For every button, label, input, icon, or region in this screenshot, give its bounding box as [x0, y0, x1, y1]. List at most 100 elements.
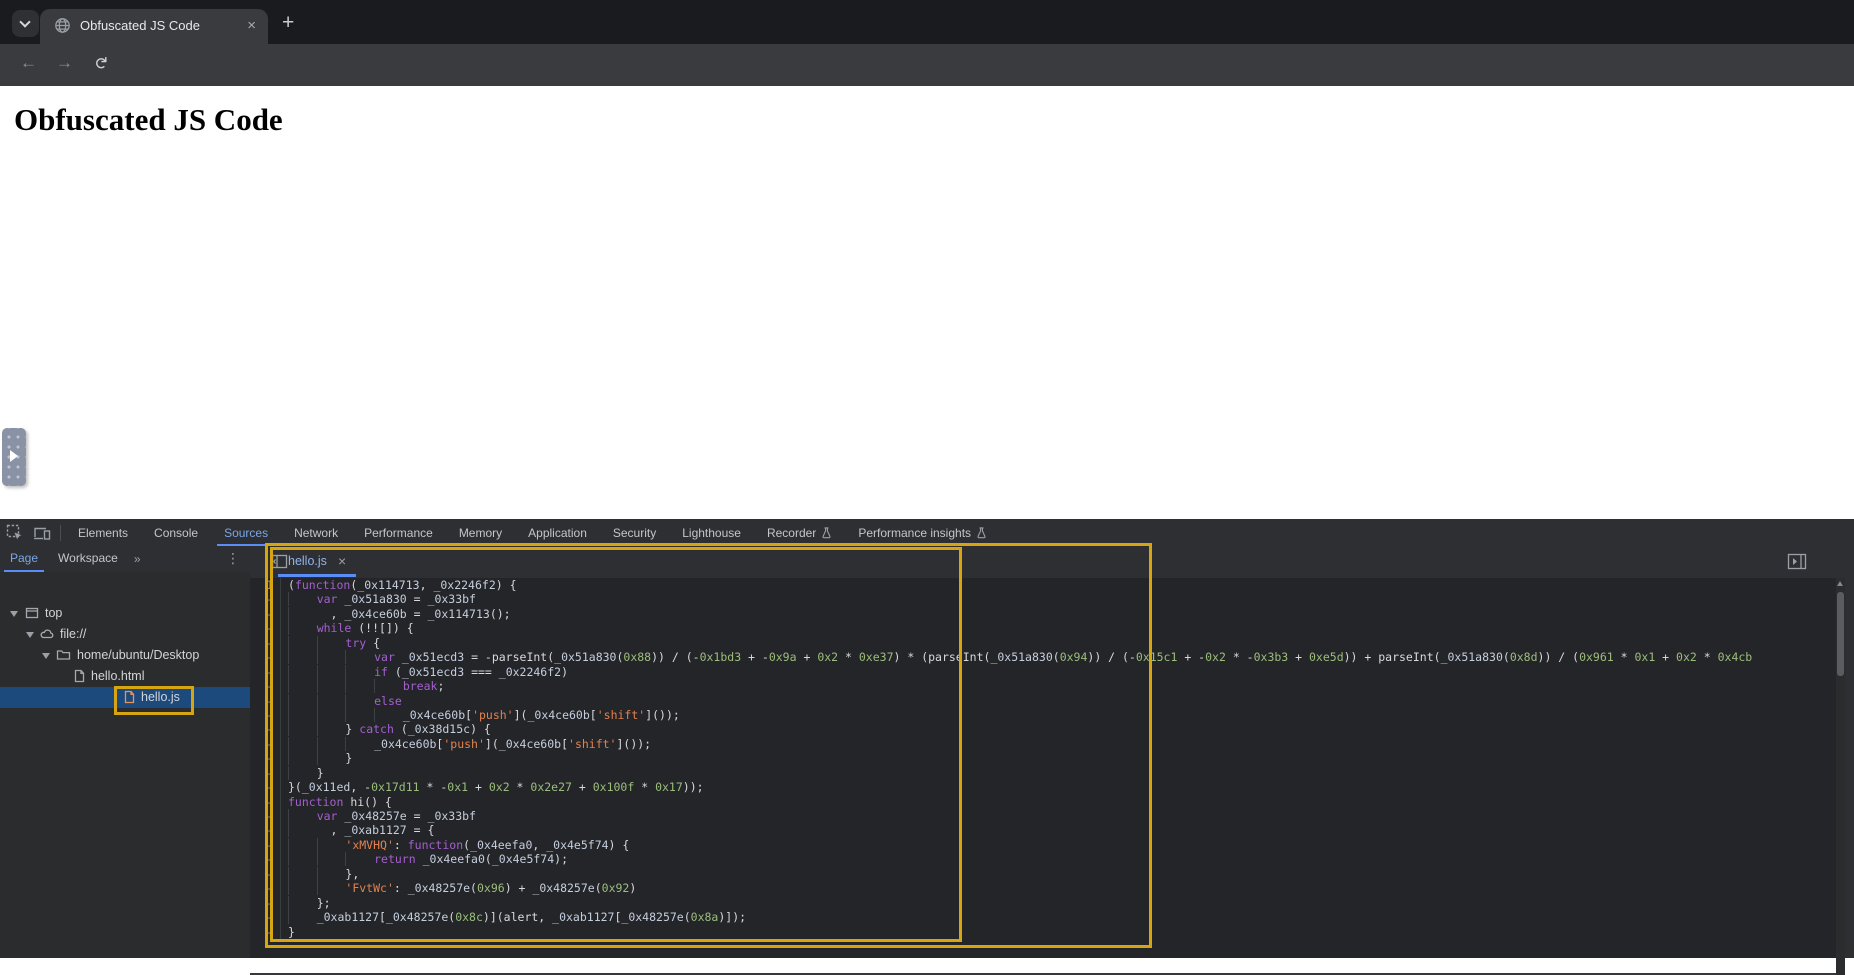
- line-number[interactable]: -: [250, 823, 280, 837]
- code-text: _0xab1127[_0x48257e(0x8c)](alert, _0xab1…: [288, 910, 746, 925]
- show-debugger-icon[interactable]: [1787, 553, 1807, 570]
- tree-item-file-scheme[interactable]: file://: [0, 624, 250, 645]
- frame-icon: [25, 606, 39, 620]
- editor-tab-close-icon[interactable]: ×: [338, 553, 346, 569]
- line-number[interactable]: -: [250, 925, 280, 939]
- code-line[interactable]: - }: [250, 751, 1836, 766]
- line-number[interactable]: -: [250, 867, 280, 881]
- gutter-divider: [280, 852, 288, 867]
- forward-icon[interactable]: →: [56, 53, 73, 73]
- line-number[interactable]: -: [250, 809, 280, 823]
- devtools-tab-performance-insights[interactable]: Performance insights: [845, 519, 1000, 546]
- side-panel-handle[interactable]: [2, 428, 26, 486]
- tree-item-desktop-folder[interactable]: home/ubuntu/Desktop: [0, 645, 250, 666]
- expander-icon[interactable]: [26, 632, 34, 638]
- code-line[interactable]: -}(_0x11ed, -0x17d11 * -0x1 + 0x2 * 0x2e…: [250, 780, 1836, 795]
- gutter-divider: [280, 823, 288, 838]
- devtools-tab-application[interactable]: Application: [515, 519, 600, 546]
- code-line[interactable]: - var _0x51ecd3 = -parseInt(_0x51a830(0x…: [250, 650, 1836, 665]
- code-line[interactable]: - if (_0x51ecd3 === _0x2246f2): [250, 664, 1836, 680]
- expander-icon[interactable]: [10, 611, 18, 617]
- gutter-divider: [280, 606, 288, 622]
- code-text: var _0x51ecd3 = -parseInt(_0x51a830(0x88…: [288, 650, 1752, 665]
- tab-workspace[interactable]: Workspace: [48, 546, 128, 572]
- code-line[interactable]: - try {: [250, 635, 1836, 651]
- line-number[interactable]: -: [250, 795, 280, 809]
- vscrollbar-thumb[interactable]: [1837, 592, 1844, 676]
- devtools-tab-sources[interactable]: Sources: [211, 519, 281, 546]
- code-line[interactable]: - break;: [250, 679, 1836, 694]
- tree-item-hello-js[interactable]: hello.js: [0, 687, 250, 708]
- line-number[interactable]: -: [250, 621, 280, 635]
- line-number[interactable]: -: [250, 881, 280, 895]
- line-number[interactable]: 1: [250, 578, 280, 592]
- code-viewer[interactable]: 1 (function(_0x114713, _0x2246f2) {- var …: [250, 578, 1836, 945]
- line-number[interactable]: -: [250, 650, 280, 664]
- devtools-tab-elements[interactable]: Elements: [65, 519, 141, 546]
- line-number[interactable]: -: [250, 838, 280, 852]
- code-line[interactable]: - var _0x51a830 = _0x33bf: [250, 592, 1836, 607]
- devtools-tab-performance[interactable]: Performance: [351, 519, 446, 546]
- tab-close-icon[interactable]: ×: [247, 17, 256, 34]
- code-line[interactable]: - function hi() {: [250, 794, 1836, 809]
- line-number[interactable]: -: [250, 722, 280, 736]
- back-icon[interactable]: ←: [20, 53, 37, 73]
- line-number[interactable]: -: [250, 896, 280, 910]
- browser-tab[interactable]: Obfuscated JS Code ×: [40, 9, 268, 44]
- devtools-tab-memory[interactable]: Memory: [446, 519, 515, 546]
- code-text: } catch (_0x38d15c) {: [288, 722, 491, 737]
- vertical-scrollbar[interactable]: [1836, 578, 1845, 975]
- new-tab-button[interactable]: +: [282, 11, 294, 35]
- devtools-tab-network[interactable]: Network: [281, 519, 351, 546]
- devtools-tab-console[interactable]: Console: [141, 519, 211, 546]
- code-line[interactable]: 1 (function(_0x114713, _0x2246f2) {: [250, 578, 1836, 593]
- reload-icon[interactable]: ↻: [90, 56, 110, 70]
- line-number[interactable]: -: [250, 592, 280, 606]
- line-number[interactable]: -: [250, 636, 280, 650]
- code-line[interactable]: - };: [250, 895, 1836, 911]
- expander-icon[interactable]: [42, 653, 50, 659]
- code-line[interactable]: - var _0x48257e = _0x33bf: [250, 809, 1836, 824]
- line-number[interactable]: -: [250, 665, 280, 679]
- code-line[interactable]: - } catch (_0x38d15c) {: [250, 722, 1836, 737]
- line-number[interactable]: -: [250, 852, 280, 866]
- code-line[interactable]: - }: [250, 765, 1836, 781]
- code-line[interactable]: -}: [250, 924, 1836, 939]
- devtools-tab-recorder[interactable]: Recorder: [754, 519, 845, 546]
- kebab-menu-icon[interactable]: ⋮: [226, 550, 240, 567]
- code-line[interactable]: - _0x4ce60b['push'](_0x4ce60b['shift']()…: [250, 736, 1836, 752]
- tree-item-hello-html[interactable]: hello.html: [0, 666, 250, 687]
- code-line[interactable]: - , _0x4ce60b = _0x114713();: [250, 606, 1836, 622]
- code-line[interactable]: - while (!![]) {: [250, 621, 1836, 636]
- line-number[interactable]: -: [250, 679, 280, 693]
- scroll-up-arrow-icon[interactable]: [1837, 581, 1843, 586]
- tab-page[interactable]: Page: [0, 546, 48, 572]
- devtools-tab-security[interactable]: Security: [600, 519, 669, 546]
- code-text: (function(_0x114713, _0x2246f2) {: [288, 578, 517, 592]
- code-line[interactable]: - _0x4ce60b['push'](_0x4ce60b['shift']()…: [250, 707, 1836, 723]
- code-line[interactable]: - 'FvtWc': _0x48257e(0x96) + _0x48257e(0…: [250, 881, 1836, 896]
- line-number[interactable]: -: [250, 780, 280, 794]
- line-number[interactable]: -: [250, 910, 280, 924]
- inspect-element-icon[interactable]: [0, 520, 28, 546]
- tab-search-button[interactable]: [12, 10, 39, 37]
- device-toolbar-icon[interactable]: [28, 520, 56, 546]
- more-tabs-icon[interactable]: »: [128, 552, 147, 566]
- line-number[interactable]: -: [250, 737, 280, 751]
- code-line[interactable]: - return _0x4eefa0(_0x4e5f74);: [250, 852, 1836, 867]
- code-line[interactable]: - },: [250, 866, 1836, 882]
- gutter-divider: [280, 780, 288, 795]
- code-line[interactable]: - 'xMVHQ': function(_0x4eefa0, _0x4e5f74…: [250, 837, 1836, 853]
- hide-navigator-icon[interactable]: [271, 554, 288, 569]
- line-number[interactable]: -: [250, 708, 280, 722]
- line-number[interactable]: -: [250, 751, 280, 765]
- code-line[interactable]: - else: [250, 693, 1836, 708]
- line-number[interactable]: -: [250, 607, 280, 621]
- line-number[interactable]: -: [250, 766, 280, 780]
- code-line[interactable]: - , _0xab1127 = {: [250, 823, 1836, 838]
- line-number[interactable]: -: [250, 694, 280, 708]
- devtools-tab-label: Elements: [78, 525, 129, 540]
- tree-item-top[interactable]: top: [0, 603, 250, 624]
- devtools-tab-lighthouse[interactable]: Lighthouse: [669, 519, 754, 546]
- code-line[interactable]: - _0xab1127[_0x48257e(0x8c)](alert, _0xa…: [250, 910, 1836, 925]
